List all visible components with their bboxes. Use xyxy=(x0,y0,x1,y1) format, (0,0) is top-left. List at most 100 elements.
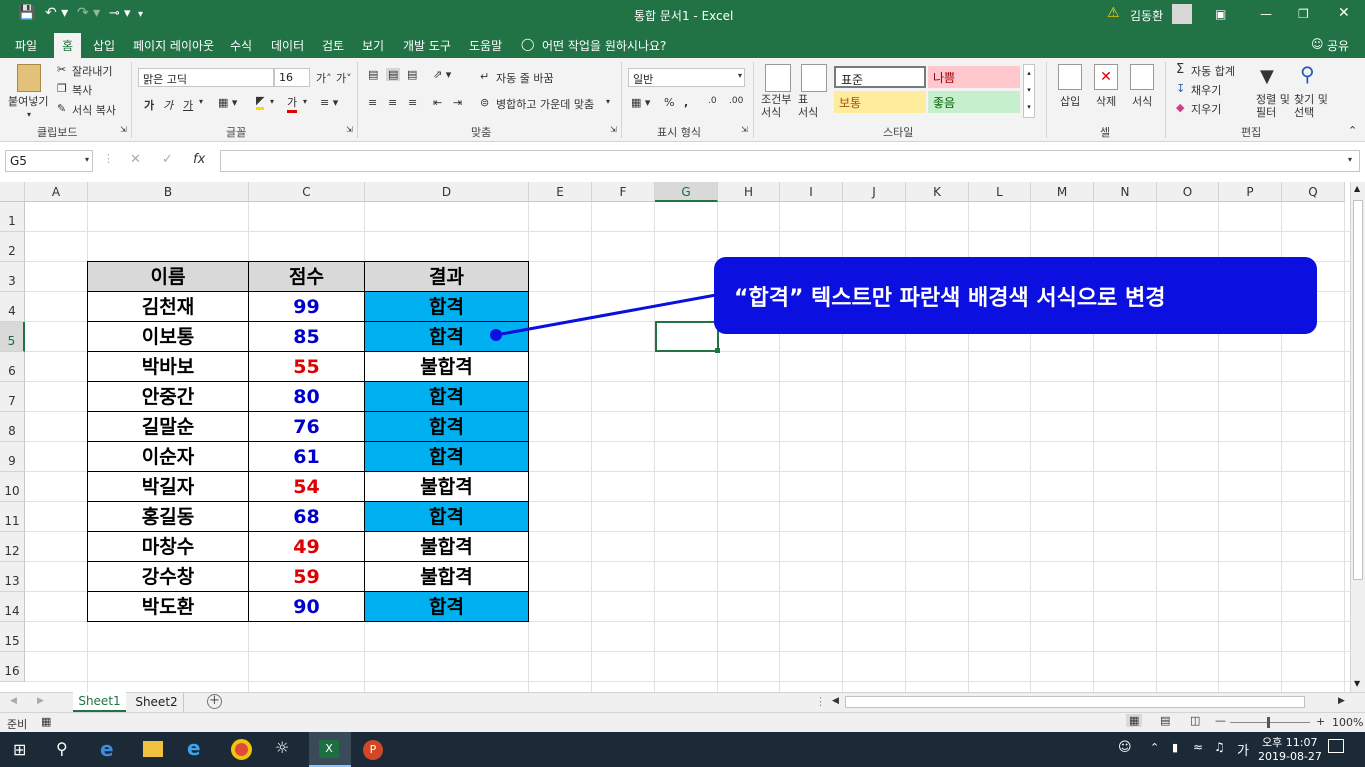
wrap-text-button[interactable]: 자동 줄 바꿈 xyxy=(496,70,554,86)
row-header-5[interactable]: 5 xyxy=(0,322,25,352)
align-bottom-icon[interactable]: ▤ xyxy=(407,68,417,81)
comma-icon[interactable]: , xyxy=(684,96,688,109)
next-sheet-icon[interactable]: ▶ xyxy=(37,696,44,706)
zoom-level[interactable]: 100% xyxy=(1332,716,1363,729)
result-cell[interactable]: 합격 xyxy=(364,501,529,532)
find-select-button[interactable]: 찾기 및 선택 xyxy=(1294,93,1328,119)
format-painter-button[interactable]: 서식 복사 xyxy=(72,102,116,118)
warning-icon[interactable]: ⚠ xyxy=(1107,5,1120,21)
number-launcher-icon[interactable]: ⇲ xyxy=(741,125,748,134)
column-header-c[interactable]: C xyxy=(249,182,365,202)
close-icon[interactable]: ✕ xyxy=(1338,5,1350,21)
row-header-9[interactable]: 9 xyxy=(0,442,25,472)
score-cell[interactable]: 68 xyxy=(248,501,365,532)
clear-button[interactable]: 지우기 xyxy=(1191,101,1221,117)
result-cell[interactable]: 불합격 xyxy=(364,531,529,562)
underline-dropdown-icon[interactable]: ▾ xyxy=(199,97,203,106)
clock-date[interactable]: 2019-08-27 xyxy=(1258,750,1322,763)
normal-view-icon[interactable]: ▦ xyxy=(1126,714,1143,727)
name-cell[interactable]: 박바보 xyxy=(87,351,249,382)
minimize-icon[interactable]: — xyxy=(1260,7,1272,21)
format-painter-icon[interactable]: ✎ xyxy=(57,102,66,115)
confirm-entry-icon[interactable]: ✓ xyxy=(162,152,173,167)
shrink-font-icon[interactable]: 가˅ xyxy=(336,70,352,86)
fill-handle[interactable] xyxy=(715,348,720,353)
name-cell[interactable]: 길말순 xyxy=(87,411,249,442)
percent-icon[interactable]: % xyxy=(664,96,674,109)
page-layout-view-icon[interactable]: ▤ xyxy=(1160,714,1170,727)
insert-cells-button[interactable]: 삽입 xyxy=(1060,93,1080,109)
column-header-b[interactable]: B xyxy=(88,182,249,202)
macro-record-icon[interactable]: ▦ xyxy=(41,715,51,728)
tab-file[interactable]: 파일 xyxy=(15,37,37,54)
align-top-icon[interactable]: ▤ xyxy=(368,68,378,81)
column-header-j[interactable]: J xyxy=(843,182,906,202)
page-break-view-icon[interactable]: ◫ xyxy=(1190,714,1200,727)
tab-splitter-icon[interactable]: ⋮ xyxy=(815,695,826,708)
score-cell[interactable]: 80 xyxy=(248,381,365,412)
name-cell[interactable]: 김천재 xyxy=(87,291,249,322)
tab-help[interactable]: 도움말 xyxy=(469,37,502,54)
customize-qat-icon[interactable]: ▾ xyxy=(138,9,143,20)
notifications-icon[interactable] xyxy=(1328,739,1344,753)
ribbon-display-icon[interactable]: ▣ xyxy=(1215,7,1226,21)
align-left-icon[interactable]: ≡ xyxy=(368,96,377,109)
score-cell[interactable]: 76 xyxy=(248,411,365,442)
cut-button[interactable]: 잘라내기 xyxy=(72,63,112,79)
name-box[interactable]: G5 xyxy=(5,150,93,172)
tab-insert[interactable]: 삽입 xyxy=(93,37,115,54)
undo-icon[interactable]: ↶ ▾ xyxy=(45,5,68,21)
conditional-format-icon[interactable] xyxy=(765,64,791,92)
result-cell[interactable]: 합격 xyxy=(364,411,529,442)
sheet-tab-sheet2[interactable]: Sheet2 xyxy=(130,693,184,712)
font-size-select[interactable]: 16 xyxy=(274,68,310,87)
delete-cells-icon[interactable]: ✕ xyxy=(1094,64,1118,90)
user-name[interactable]: 김동환 xyxy=(1130,7,1163,24)
score-cell[interactable]: 85 xyxy=(248,321,365,352)
scroll-up-icon[interactable]: ▲ xyxy=(1354,184,1360,193)
name-cell[interactable]: 박길자 xyxy=(87,471,249,502)
autosum-icon[interactable]: Σ xyxy=(1176,62,1184,77)
avatar[interactable] xyxy=(1172,4,1192,24)
column-header-o[interactable]: O xyxy=(1157,182,1219,202)
column-header-n[interactable]: N xyxy=(1094,182,1157,202)
zoom-slider-thumb[interactable] xyxy=(1267,717,1270,728)
cancel-entry-icon[interactable]: ✕ xyxy=(130,152,141,167)
clock-time[interactable]: 오후 11:07 xyxy=(1262,734,1317,750)
result-cell[interactable]: 합격 xyxy=(364,381,529,412)
autosum-button[interactable]: 자동 합계 xyxy=(1191,63,1235,79)
decrease-decimal-icon[interactable]: .00 xyxy=(729,96,743,106)
increase-indent-icon[interactable]: ⇥ xyxy=(453,96,462,109)
decrease-indent-icon[interactable]: ⇤ xyxy=(433,96,442,109)
result-cell[interactable]: 합격 xyxy=(364,441,529,472)
result-cell[interactable]: 합격 xyxy=(364,591,529,622)
row-header-6[interactable]: 6 xyxy=(0,352,25,382)
phonetic-icon[interactable]: ≡ ▾ xyxy=(320,96,338,109)
format-cells-button[interactable]: 서식 xyxy=(1132,93,1152,109)
sort-filter-icon[interactable]: ▼ xyxy=(1260,66,1274,87)
name-cell[interactable]: 박도환 xyxy=(87,591,249,622)
row-header-11[interactable]: 11 xyxy=(0,502,25,532)
name-cell[interactable]: 이순자 xyxy=(87,441,249,472)
app-icon[interactable]: ☼ xyxy=(275,738,289,757)
restore-icon[interactable]: ❐ xyxy=(1298,7,1309,21)
insert-function-icon[interactable]: fx xyxy=(193,152,205,167)
expand-formula-bar-icon[interactable]: ▾ xyxy=(1348,155,1352,164)
column-header-m[interactable]: M xyxy=(1031,182,1094,202)
column-header-g[interactable]: G xyxy=(655,182,718,202)
style-good[interactable]: 좋음 xyxy=(928,91,1020,113)
volume-icon[interactable]: ♫ xyxy=(1214,740,1225,754)
prev-sheet-icon[interactable]: ◀ xyxy=(10,696,17,706)
row-header-3[interactable]: 3 xyxy=(0,262,25,292)
column-header-i[interactable]: I xyxy=(780,182,843,202)
name-cell[interactable]: 안중간 xyxy=(87,381,249,412)
bold-button[interactable]: 가 xyxy=(144,97,154,113)
insert-cells-icon[interactable] xyxy=(1058,64,1082,90)
zoom-slider[interactable] xyxy=(1230,722,1310,723)
accounting-icon[interactable]: ▦ ▾ xyxy=(631,96,650,109)
file-explorer-icon[interactable] xyxy=(143,741,163,757)
sheet-tab-sheet1[interactable]: Sheet1 xyxy=(73,692,126,712)
formula-input[interactable] xyxy=(220,150,1360,172)
vertical-scroll-thumb[interactable] xyxy=(1353,200,1363,580)
column-header-k[interactable]: K xyxy=(906,182,969,202)
